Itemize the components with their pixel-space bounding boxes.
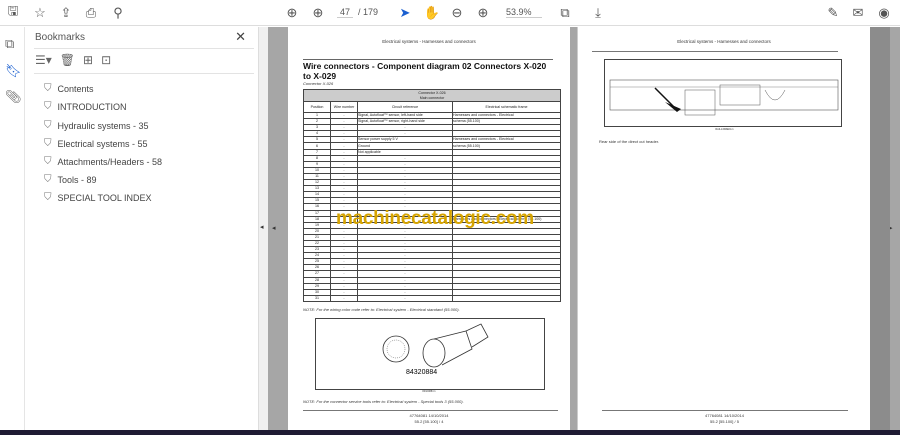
close-icon[interactable]: ✕ (235, 29, 246, 45)
bookmark-icon: ⛉ (44, 120, 52, 131)
panel-splitter[interactable]: ◂ (258, 27, 268, 430)
connector-label: Connector X-026 (303, 81, 334, 86)
table-cell: - (330, 294, 358, 302)
bookmark-item[interactable]: ⛉ Electrical systems - 55 (44, 138, 148, 149)
figure-caption: 84320884 1 (422, 390, 436, 393)
column-header: Wire number (330, 101, 358, 113)
zoom-in-icon[interactable]: ⊕ (474, 4, 492, 22)
divider (34, 73, 254, 74)
attachment-icon[interactable]: 📎︎ (5, 89, 22, 105)
page-footer: 47764081 14/10/2014 (705, 413, 744, 418)
bookmark-icon: ⛉ (44, 101, 52, 112)
page-number-footer: 55.2 [55.100] / 5 (710, 419, 739, 424)
bookmarks-panel: Bookmarks ✕ ☰▾ 🗑︎ ⊞ ⊡ ⛉ Contents ⛉ INTRODU… (26, 27, 258, 430)
divider (34, 48, 254, 49)
account-icon[interactable]: ◉ (875, 4, 893, 22)
save-icon[interactable]: 🖫 (4, 3, 22, 22)
prev-arrow-icon[interactable]: ◂ (272, 224, 276, 232)
prev-page-icon[interactable]: ⊕ (283, 4, 301, 22)
navigation-rail: ⧉ 🔖︎ 📎︎ (0, 27, 25, 430)
divider (303, 410, 558, 411)
next-page-icon[interactable]: ⊕ (309, 4, 327, 22)
watermark: machinecatalogic.com (336, 208, 534, 229)
page-header: Electrical systems - Harnesses and conne… (382, 39, 476, 44)
sign-icon[interactable]: ✎ (824, 4, 842, 22)
zoom-out-icon[interactable]: ⊖ (448, 4, 466, 22)
table-row: 31- - (303, 294, 561, 302)
document-page-right: Electrical systems - Harnesses and conne… (577, 27, 870, 430)
bookmark-icon: ⛉ (44, 156, 52, 167)
page-header: Electrical systems - Harnesses and conne… (677, 39, 771, 44)
connector-figure: 84320884 (315, 318, 545, 390)
table-caption: Main connector (419, 95, 445, 100)
column-header: Position (303, 101, 331, 113)
zoom-select[interactable]: 53.9% (506, 7, 542, 18)
bookmark-icon: ⛉ (44, 138, 52, 149)
delete-icon[interactable]: 🗑︎ (60, 53, 75, 67)
header-figure (604, 59, 842, 127)
scroll-mode-icon[interactable]: ⤓ (589, 4, 607, 22)
header-drawing (609, 79, 839, 116)
bookmark-item[interactable]: ⛉ Contents (44, 83, 94, 94)
figure-label: 84320884 (406, 369, 438, 376)
upload-icon[interactable]: ⇪ (57, 4, 75, 22)
collapse-arrow-icon[interactable]: ◂ (260, 223, 264, 231)
hand-tool-icon[interactable]: ✋ (423, 4, 441, 22)
page-footer: 47764081 14/10/2014 (409, 413, 449, 418)
find-bookmark-icon[interactable]: ⊡ (101, 53, 111, 67)
bookmark-item[interactable]: ⛉ Hydraulic systems - 35 (44, 120, 149, 131)
bookmark-icon: ⛉ (44, 192, 52, 203)
options-menu-icon[interactable]: ☰▾ (35, 53, 52, 67)
page-number-footer: 55.2 [55.100] / 4 (414, 419, 444, 424)
select-cursor-icon[interactable]: ➤ (396, 4, 414, 22)
page-total: / 179 (358, 7, 379, 17)
table-cell (452, 294, 561, 302)
bookmark-item[interactable]: ⛉ SPECIAL TOOL INDEX (44, 192, 152, 203)
divider (592, 51, 838, 52)
column-header: Electrical schematic frame (452, 101, 561, 113)
figure-caption: RAIL14SBEFA 1 (715, 128, 734, 131)
column-header: Circuit reference (357, 101, 453, 113)
star-icon[interactable]: ☆ (31, 4, 49, 22)
bookmarks-icon[interactable]: 🔖︎ (5, 63, 22, 79)
page-title: Wire connectors - Component diagram 02 C… (303, 59, 553, 81)
toolbar: 🖫 ☆ ⇪ ⎙ ⚲ ⊕ ⊕ 47 / 179 ➤ ✋ ⊖ ⊕ 53.9% ⧉ ⤓… (0, 0, 900, 26)
vertical-scrollbar[interactable] (870, 27, 890, 430)
search-zoom-icon[interactable]: ⚲ (109, 4, 127, 22)
bookmark-icon: ⛉ (44, 83, 52, 94)
page-thumbnails-icon[interactable]: ⧉ (5, 36, 14, 52)
panel-title: Bookmarks (35, 32, 86, 43)
table-cell: 31 (303, 294, 331, 302)
fit-page-icon[interactable]: ⧉ (556, 4, 574, 22)
print-icon[interactable]: ⎙ (82, 4, 100, 22)
mail-icon[interactable]: ✉ (849, 4, 867, 22)
bookmark-item[interactable]: ⛉ INTRODUCTION (44, 101, 127, 112)
divider (602, 410, 848, 411)
connector-table: Connector X-026 Main connector Position Wi… (303, 89, 561, 302)
bookmark-item[interactable]: ⛉ Attachments/Headers - 58 (44, 156, 162, 167)
note: NOTE: For the connector service tools re… (303, 399, 464, 404)
note: NOTE: For the wiring color code refer to… (303, 307, 460, 312)
figure-description: Rear side of the direct cut header. (599, 139, 660, 144)
new-bookmark-icon[interactable]: ⊞ (83, 53, 93, 67)
taskbar (0, 430, 900, 435)
table-cell: - (357, 294, 453, 302)
connector-drawing (382, 323, 489, 368)
bookmark-item[interactable]: ⛉ Tools - 89 (44, 174, 97, 185)
page-number-input[interactable]: 47 (337, 7, 353, 18)
bookmark-icon: ⛉ (44, 174, 52, 185)
